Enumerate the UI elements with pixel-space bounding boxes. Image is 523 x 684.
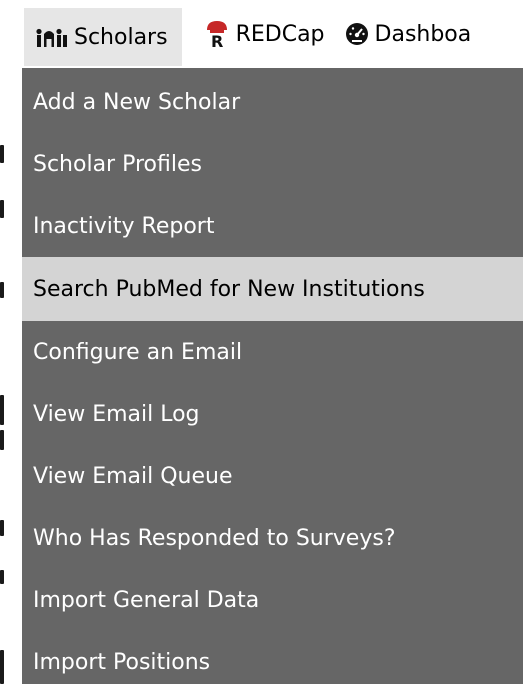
scholars-dropdown-menu: Add a New Scholar Scholar Profiles Inact… (22, 68, 523, 684)
nav-label-redcap: REDCap (235, 21, 325, 47)
page-edge-fragment (0, 430, 4, 450)
page-edge-fragment (0, 282, 4, 298)
menu-item-add-new-scholar[interactable]: Add a New Scholar (22, 71, 523, 133)
menu-item-import-positions[interactable]: Import Positions (22, 631, 523, 684)
nav-label-scholars: Scholars (74, 24, 168, 50)
menu-item-configure-email[interactable]: Configure an Email (22, 321, 523, 383)
page-edge-fragment (0, 145, 4, 163)
page-edge-fragment (0, 395, 4, 425)
nav-item-scholars[interactable]: Scholars (24, 8, 182, 66)
nav-item-redcap[interactable]: R REDCap (182, 4, 325, 64)
top-nav: Scholars R REDCap Dashboa (0, 0, 523, 68)
page-edge-fragment (0, 520, 4, 536)
people-icon (36, 27, 68, 47)
svg-text:R: R (211, 32, 223, 48)
menu-item-import-general-data[interactable]: Import General Data (22, 569, 523, 631)
menu-item-inactivity-report[interactable]: Inactivity Report (22, 195, 523, 257)
page-edge-fragment (0, 570, 4, 584)
redcap-icon: R (204, 20, 230, 48)
menu-item-view-email-queue[interactable]: View Email Queue (22, 445, 523, 507)
menu-item-survey-responses[interactable]: Who Has Responded to Surveys? (22, 507, 523, 569)
page-edge-fragment (0, 200, 4, 218)
nav-item-dashboard[interactable]: Dashboa (325, 4, 472, 64)
page-edge-fragment (0, 650, 4, 684)
dashboard-gauge-icon (345, 22, 369, 46)
menu-item-scholar-profiles[interactable]: Scholar Profiles (22, 133, 523, 195)
menu-item-view-email-log[interactable]: View Email Log (22, 383, 523, 445)
app-window: Scholars R REDCap Dashboa Add a New Scho… (0, 0, 523, 684)
nav-label-dashboard: Dashboa (374, 21, 472, 47)
menu-item-search-pubmed[interactable]: Search PubMed for New Institutions (22, 257, 523, 321)
